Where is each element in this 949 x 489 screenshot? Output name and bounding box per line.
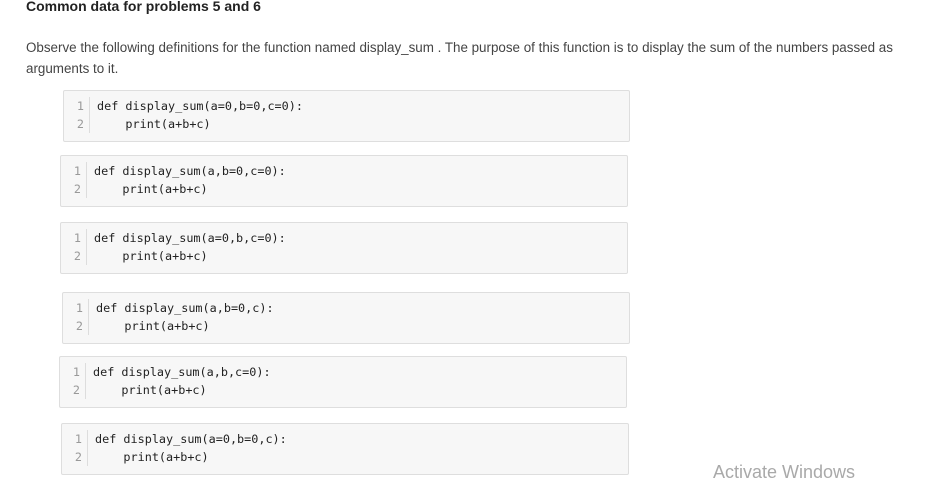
code-text: def display_sum(a,b=0,c=0): — [94, 164, 286, 178]
code-text: def display_sum(a,b=0,c): — [96, 301, 274, 315]
code-line: 2 print(a+b+c) — [62, 448, 209, 466]
section-heading: Common data for problems 5 and 6 — [26, 0, 261, 14]
code-line: 2 print(a+b+c) — [61, 180, 208, 198]
code-block-4: 1 def display_sum(a,b=0,c): 2 print(a+b+c… — [62, 292, 630, 344]
code-block-2: 1 def display_sum(a,b=0,c=0): 2 print(a+b… — [60, 155, 628, 207]
code-line: 2 print(a+b+c) — [60, 381, 207, 399]
code-block-6: 1 def display_sum(a=0,b=0,c): 2 print(a+b… — [61, 423, 629, 475]
line-number: 1 — [61, 229, 87, 247]
code-line: 2 print(a+b+c) — [63, 317, 210, 335]
line-number: 2 — [62, 448, 88, 466]
line-number: 1 — [62, 430, 88, 448]
line-number: 2 — [61, 247, 87, 265]
code-block-1: 1 def display_sum(a=0,b=0,c=0): 2 print(a… — [63, 90, 630, 142]
code-text: def display_sum(a=0,b,c=0): — [94, 231, 286, 245]
code-line: 1 def display_sum(a=0,b=0,c): — [62, 430, 287, 448]
code-text: def display_sum(a=0,b=0,c): — [95, 432, 287, 446]
line-number: 1 — [64, 97, 90, 115]
line-number: 2 — [64, 115, 90, 133]
line-number: 1 — [60, 363, 86, 381]
code-line: 1 def display_sum(a,b=0,c=0): — [61, 162, 286, 180]
code-line: 2 print(a+b+c) — [61, 247, 208, 265]
code-line: 2 print(a+b+c) — [64, 115, 211, 133]
code-text: print(a+b+c) — [97, 117, 211, 131]
code-line: 1 def display_sum(a=0,b=0,c=0): — [64, 97, 303, 115]
code-block-3: 1 def display_sum(a=0,b,c=0): 2 print(a+b… — [60, 222, 628, 274]
line-number: 2 — [63, 317, 89, 335]
line-number: 1 — [63, 299, 89, 317]
code-block-5: 1 def display_sum(a,b,c=0): 2 print(a+b+c… — [59, 356, 627, 408]
code-text: print(a+b+c) — [93, 383, 207, 397]
code-text: def display_sum(a=0,b=0,c=0): — [97, 99, 303, 113]
problem-description: Observe the following definitions for th… — [26, 40, 893, 76]
code-text: print(a+b+c) — [94, 249, 208, 263]
code-line: 1 def display_sum(a,b,c=0): — [60, 363, 271, 381]
line-number: 1 — [61, 162, 87, 180]
code-line: 1 def display_sum(a=0,b,c=0): — [61, 229, 286, 247]
code-line: 1 def display_sum(a,b=0,c): — [63, 299, 274, 317]
line-number: 2 — [60, 381, 86, 399]
code-text: print(a+b+c) — [94, 182, 208, 196]
activate-windows-watermark: Activate Windows — [713, 462, 856, 482]
code-text: print(a+b+c) — [96, 319, 210, 333]
code-text: print(a+b+c) — [95, 450, 209, 464]
line-number: 2 — [61, 180, 87, 198]
code-text: def display_sum(a,b,c=0): — [93, 365, 271, 379]
